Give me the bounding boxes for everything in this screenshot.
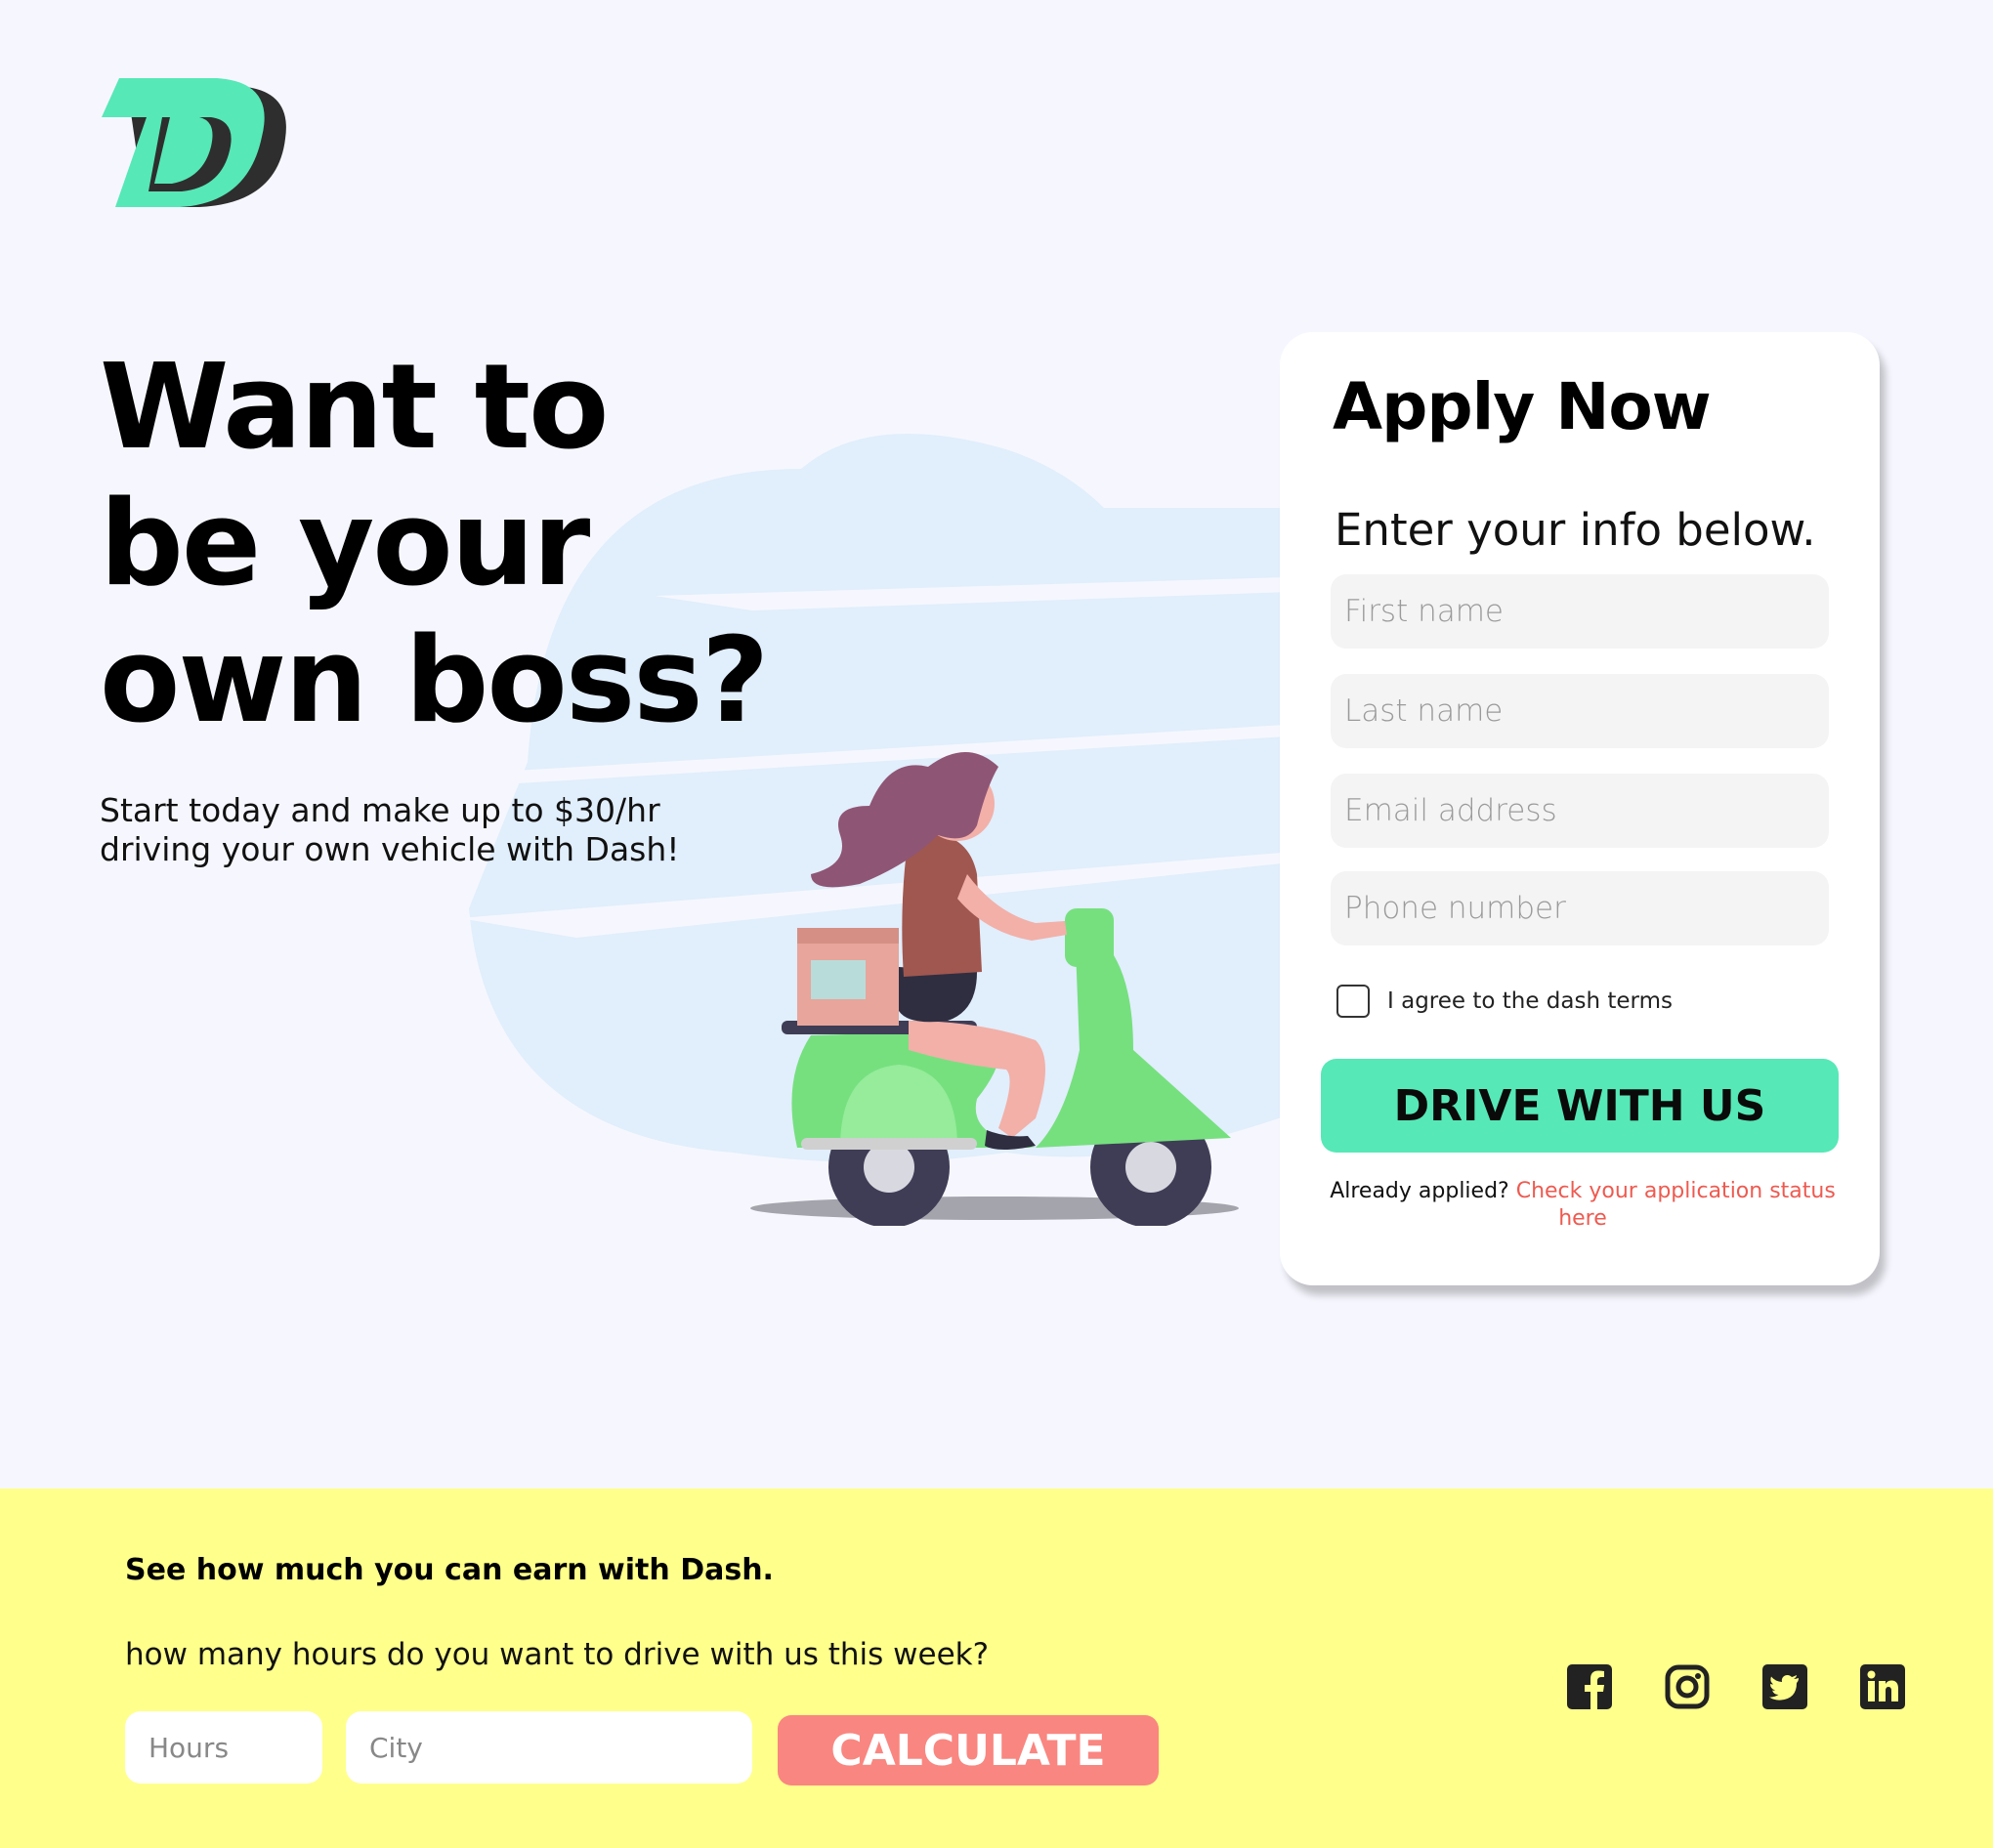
apply-form-card: Apply Now Enter your info below. I agree… xyxy=(1280,332,1880,1285)
first-name-input[interactable] xyxy=(1331,574,1829,649)
already-applied-text: Already applied? Check your application … xyxy=(1319,1178,1846,1233)
city-input[interactable] xyxy=(346,1711,752,1784)
scooter-rider-illustration xyxy=(750,752,1239,1226)
hero-title-line: Want to xyxy=(100,340,609,476)
terms-checkbox[interactable] xyxy=(1336,985,1370,1018)
twitter-icon[interactable] xyxy=(1762,1664,1807,1709)
calculate-button[interactable]: CALCULATE xyxy=(778,1715,1159,1785)
terms-label: I agree to the dash terms xyxy=(1387,988,1673,1014)
phone-input[interactable] xyxy=(1331,871,1829,945)
hours-input[interactable] xyxy=(125,1711,322,1784)
application-status-link[interactable]: Check your application status here xyxy=(1516,1179,1836,1231)
social-links xyxy=(1567,1664,1905,1709)
hero-subtitle: Start today and make up to $30/hr drivin… xyxy=(100,791,680,868)
last-name-input[interactable] xyxy=(1331,674,1829,748)
hours-question: how many hours do you want to drive with… xyxy=(125,1637,990,1672)
earnings-calculator-section: See how much you can earn with Dash. how… xyxy=(0,1489,1993,1848)
email-input[interactable] xyxy=(1331,774,1829,848)
hero-title: Want to be your own boss? xyxy=(100,340,784,750)
drive-with-us-button[interactable]: DRIVE WITH US xyxy=(1321,1059,1839,1153)
terms-row: I agree to the dash terms xyxy=(1336,985,1673,1018)
apply-title: Apply Now xyxy=(1333,369,1712,444)
instagram-icon[interactable] xyxy=(1665,1664,1710,1709)
earnings-title: See how much you can earn with Dash. xyxy=(125,1553,774,1587)
hero-title-line: be your xyxy=(100,477,590,612)
hero-title-line: own boss? xyxy=(100,613,769,749)
facebook-icon[interactable] xyxy=(1567,1664,1612,1709)
already-applied-label: Already applied? xyxy=(1330,1179,1509,1203)
apply-subtitle: Enter your info below. xyxy=(1335,504,1816,556)
dash-logo[interactable] xyxy=(102,78,287,211)
linkedin-icon[interactable] xyxy=(1860,1664,1905,1709)
